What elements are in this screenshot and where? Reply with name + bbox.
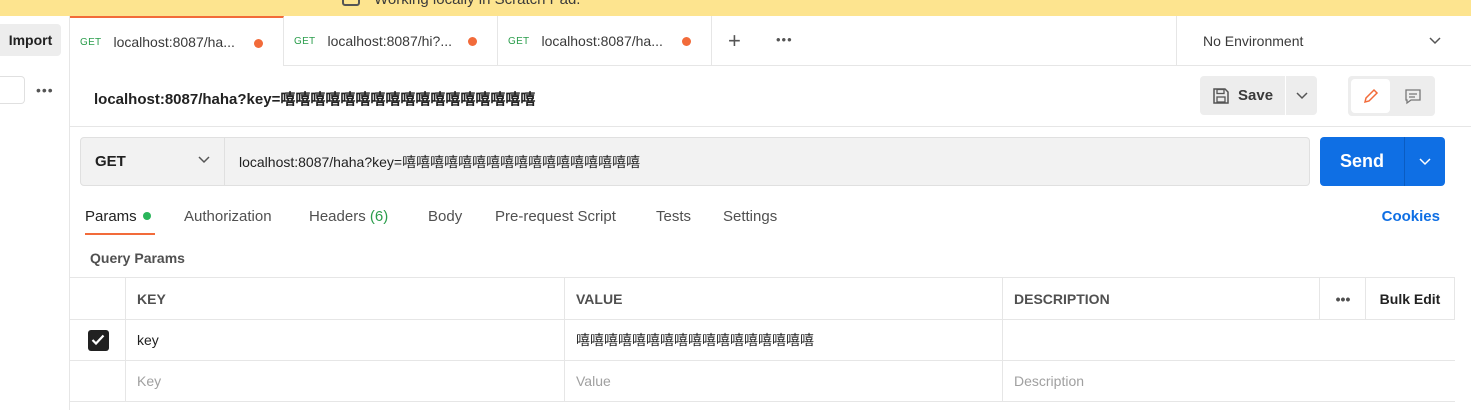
sidebar-more-icon[interactable]: •••	[36, 82, 54, 98]
save-options-button[interactable]	[1286, 76, 1317, 115]
save-label: Save	[1238, 87, 1274, 104]
tab-headers-label: Headers	[309, 208, 366, 225]
scratchpad-banner: Working locally in Scratch Pad.	[0, 0, 1471, 16]
send-options-button[interactable]	[1405, 137, 1445, 186]
import-button[interactable]: Import	[0, 24, 61, 56]
table-row-new: Key Value Description	[70, 361, 1455, 402]
postman-window: Working locally in Scratch Pad. Import •…	[0, 0, 1471, 410]
info-icon	[342, 0, 360, 6]
tab-body[interactable]: Body	[428, 208, 462, 225]
query-params-table: KEY VALUE DESCRIPTION ••• Bulk Edit key …	[70, 277, 1455, 402]
bulk-edit-button[interactable]: Bulk Edit	[1365, 278, 1455, 319]
tab-method: GET	[508, 35, 530, 47]
tab-settings[interactable]: Settings	[723, 208, 777, 225]
unsaved-dot-icon	[682, 37, 691, 46]
row-enabled-checkbox[interactable]	[87, 329, 109, 351]
column-header-value: VALUE	[564, 278, 1003, 319]
params-active-dot-icon	[142, 212, 151, 220]
row-checkbox-cell	[70, 361, 126, 401]
headers-count: (6)	[369, 208, 389, 225]
request-header: localhost:8087/haha?key=嘻嘻嘻嘻嘻嘻嘻嘻嘻嘻嘻嘻嘻嘻嘻嘻…	[70, 66, 1471, 127]
table-row: key 嘻嘻嘻嘻嘻嘻嘻嘻嘻嘻嘻嘻嘻嘻嘻嘻嘻	[70, 320, 1455, 361]
chevron-down-icon	[1419, 157, 1431, 165]
tab-params-label: Params	[85, 208, 137, 225]
tab-title: localhost:8087/ha...	[113, 34, 235, 50]
http-method-select[interactable]: GET	[80, 137, 225, 186]
tab-authorization[interactable]: Authorization	[184, 208, 272, 225]
save-icon	[1212, 87, 1230, 105]
request-title[interactable]: localhost:8087/haha?key=嘻嘻嘻嘻嘻嘻嘻嘻嘻嘻嘻嘻嘻嘻嘻嘻…	[94, 88, 535, 109]
param-value-cell[interactable]: 嘻嘻嘻嘻嘻嘻嘻嘻嘻嘻嘻嘻嘻嘻嘻嘻嘻	[564, 320, 1003, 360]
chevron-down-icon	[1295, 91, 1308, 99]
tab-request-1[interactable]: GET localhost:8087/ha...	[70, 16, 284, 66]
chevron-down-icon	[1429, 32, 1441, 48]
tab-prerequest-script[interactable]: Pre-request Script	[495, 208, 616, 225]
tab-method: GET	[294, 35, 316, 47]
left-sidebar: Import •••	[0, 16, 70, 410]
url-input[interactable]	[225, 137, 1310, 186]
unsaved-dot-icon	[468, 37, 477, 46]
unsaved-dot-icon	[254, 39, 263, 48]
edit-mode-button[interactable]	[1351, 79, 1390, 113]
table-header-row: KEY VALUE DESCRIPTION ••• Bulk Edit	[70, 277, 1455, 320]
param-key-cell[interactable]: key	[125, 320, 565, 360]
new-key-placeholder[interactable]: Key	[125, 361, 565, 401]
tabs-more-icon[interactable]: •••	[776, 32, 793, 47]
header-checkbox-cell	[70, 278, 126, 319]
new-value-placeholder[interactable]: Value	[564, 361, 1003, 401]
new-description-placeholder[interactable]: Description	[1002, 361, 1320, 401]
column-header-description: DESCRIPTION	[1002, 278, 1320, 319]
comments-button[interactable]	[1394, 79, 1432, 113]
checkmark-icon	[91, 334, 105, 346]
active-tab-underline	[85, 233, 155, 235]
tab-tests[interactable]: Tests	[656, 208, 691, 225]
tab-headers[interactable]: Headers (6)	[309, 208, 388, 225]
tab-request-2[interactable]: GET localhost:8087/hi?...	[284, 16, 498, 66]
request-subtabs: Params Authorization Headers (6) Body Pr…	[70, 200, 1471, 238]
column-header-key: KEY	[125, 278, 565, 319]
banner-text: Working locally in Scratch Pad.	[374, 0, 580, 8]
sidebar-search-box[interactable]	[0, 76, 25, 104]
tab-method: GET	[80, 36, 102, 48]
chevron-down-icon	[198, 153, 210, 167]
view-mode-toggle	[1348, 76, 1435, 116]
query-params-label: Query Params	[90, 250, 185, 266]
tab-params[interactable]: Params	[85, 208, 151, 225]
send-button[interactable]: Send	[1320, 137, 1405, 186]
tab-title: localhost:8087/ha...	[541, 33, 663, 49]
tab-request-3[interactable]: GET localhost:8087/ha...	[498, 16, 712, 66]
save-button[interactable]: Save	[1200, 76, 1285, 115]
comment-icon	[1405, 89, 1421, 105]
param-description-cell[interactable]	[1002, 320, 1320, 360]
new-tab-plus-icon[interactable]: +	[728, 28, 741, 54]
request-tabs-bar: GET localhost:8087/ha... GET localhost:8…	[70, 16, 1471, 66]
cookies-link[interactable]: Cookies	[1382, 208, 1440, 225]
environment-label: No Environment	[1203, 33, 1304, 49]
environment-select[interactable]: No Environment	[1176, 16, 1471, 66]
pencil-icon	[1363, 88, 1378, 104]
method-label: GET	[95, 153, 126, 170]
row-checkbox-cell	[70, 320, 126, 360]
tab-title: localhost:8087/hi?...	[327, 33, 452, 49]
column-options-icon[interactable]: •••	[1319, 278, 1366, 319]
